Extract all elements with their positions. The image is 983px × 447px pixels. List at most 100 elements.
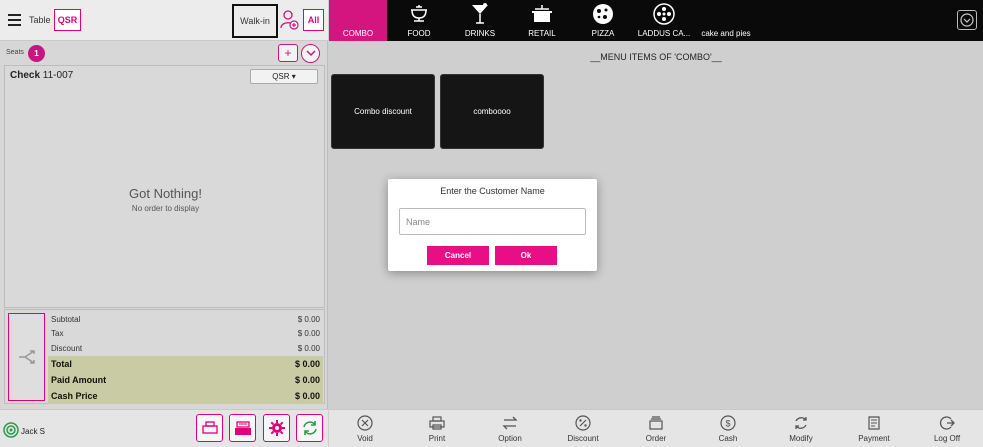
action-label: Payment [858, 434, 890, 443]
category-bar: COMBO FOOD DRINKS RETAIL PIZZA LADDUS CA… [329, 0, 983, 41]
order-icon [649, 416, 663, 430]
category-combo[interactable]: COMBO [329, 0, 387, 41]
settings-button[interactable] [263, 414, 290, 442]
category-label: FOOD [407, 29, 431, 38]
paid-value: $ 0.00 [294, 375, 320, 385]
ok-button[interactable]: Ok [495, 246, 557, 265]
hamburger-menu-icon[interactable] [8, 14, 21, 26]
cycle-arrows-icon [795, 417, 807, 429]
action-label: Option [498, 434, 522, 443]
food-dish-icon [411, 5, 427, 22]
category-cake-and-pies[interactable]: cake and pies [695, 0, 757, 41]
action-bar: Void Print Option Discount Order $ Cash … [329, 409, 983, 447]
total-row: Total $ 0.00 [48, 356, 323, 372]
walkin-button[interactable]: Walk-in [232, 4, 278, 38]
cash-price-row: Cash Price $ 0.00 [48, 388, 323, 404]
total-value: $ 0.00 [294, 359, 320, 369]
category-retail[interactable]: RETAIL [513, 0, 571, 41]
tax-label: Tax [51, 329, 64, 338]
category-pizza[interactable]: PIZZA [575, 0, 631, 41]
seat-count-badge[interactable]: 1 [28, 45, 45, 62]
left-bottom-bar: Jack S [0, 409, 328, 447]
cash-price-label: Cash Price [51, 391, 98, 401]
customer-name-input[interactable] [399, 208, 586, 235]
category-label: PIZZA [591, 29, 615, 38]
chevron-down-icon [305, 50, 316, 57]
tax-row: Tax $ 0.00 [48, 326, 323, 341]
action-label: Modify [789, 434, 813, 443]
subtotal-value: $ 0.00 [297, 315, 320, 324]
split-icon [18, 350, 35, 364]
pot-icon [532, 5, 552, 22]
print-button[interactable]: Print [407, 410, 467, 447]
modify-button[interactable]: Modify [771, 410, 831, 447]
tax-value: $ 0.00 [297, 329, 320, 338]
user-name: Jack S [21, 427, 46, 436]
subtotal-row: Subtotal $ 0.00 [48, 312, 323, 327]
add-seat-button[interactable]: + [278, 44, 298, 62]
cash-price-value: $ 0.00 [294, 391, 320, 401]
printer-icon [429, 416, 445, 430]
order-panel: Table QSR Walk-in All Seats 1 + Check 11… [0, 0, 328, 447]
action-label: Cash [718, 434, 738, 443]
check-area: Check 11-007 QSR ▾ Got Nothing! No order… [4, 65, 325, 308]
option-button[interactable]: Option [480, 410, 540, 447]
expand-seats-button[interactable] [301, 44, 320, 63]
category-laddus-cakes[interactable]: LADDUS CA... [633, 0, 695, 41]
cash-register-icon [234, 421, 251, 435]
order-type-dropdown[interactable]: QSR ▾ [250, 69, 318, 84]
order-topbar: Table QSR Walk-in All [0, 0, 328, 41]
laddu-icon [653, 3, 675, 25]
action-label: Print [428, 434, 446, 443]
dollar-icon: $ [720, 415, 736, 431]
paid-label: Paid Amount [51, 375, 107, 385]
seats-label: Seats [6, 49, 24, 56]
action-label: Order [645, 434, 667, 443]
swap-arrows-icon [502, 416, 518, 430]
paid-row: Paid Amount $ 0.00 [48, 372, 323, 388]
pizza-icon [593, 4, 613, 24]
check-title: Check 11-007 [10, 70, 73, 81]
cash-register-button[interactable] [229, 414, 256, 442]
discount-label: Discount [51, 344, 83, 353]
category-drinks[interactable]: DRINKS [451, 0, 509, 41]
check-number: 11-007 [42, 70, 74, 81]
menu-item-tile[interactable]: comboooo [440, 74, 544, 149]
menu-items-title: __MENU ITEMS OF 'COMBO'__ [590, 52, 722, 62]
category-label: COMBO [342, 29, 374, 38]
discount-button[interactable]: Discount [553, 410, 613, 447]
qsr-button[interactable]: QSR [54, 9, 81, 31]
menu-item-tile[interactable]: Combo discount [331, 74, 435, 149]
category-food[interactable]: FOOD [391, 0, 447, 41]
payment-icon [868, 416, 880, 430]
order-button[interactable]: Order [626, 410, 686, 447]
category-dropdown-button[interactable] [957, 10, 977, 30]
split-check-button[interactable] [8, 313, 45, 401]
totals-panel: Subtotal $ 0.00 Tax $ 0.00 Discount $ 0.00 … [4, 309, 325, 404]
category-label: RETAIL [528, 29, 556, 38]
cancel-button[interactable]: Cancel [427, 246, 489, 265]
refresh-button[interactable] [296, 414, 323, 442]
payment-button[interactable]: Payment [844, 410, 904, 447]
percent-icon [575, 415, 591, 431]
action-label: Discount [567, 434, 599, 443]
check-label: Check [10, 70, 41, 81]
svg-text:$: $ [725, 419, 730, 429]
refresh-icon [302, 421, 317, 435]
user-signal-icon [3, 422, 19, 438]
logoff-button[interactable]: Log Off [917, 410, 977, 447]
printer-icon [201, 421, 218, 434]
empty-title: Got Nothing! [129, 186, 202, 201]
cash-button[interactable]: $ Cash [698, 410, 758, 447]
category-label: cake and pies [701, 29, 751, 38]
void-button[interactable]: Void [335, 410, 395, 447]
kitchen-print-button[interactable] [196, 414, 223, 442]
all-button[interactable]: All [303, 9, 324, 31]
gear-icon [268, 420, 285, 436]
discount-row: Discount $ 0.00 [48, 341, 323, 356]
discount-value: $ 0.00 [297, 344, 320, 353]
action-label: Log Off [933, 434, 961, 443]
empty-subtitle: No order to display [131, 204, 200, 213]
add-customer-icon[interactable] [280, 9, 299, 31]
category-label: DRINKS [464, 29, 496, 38]
